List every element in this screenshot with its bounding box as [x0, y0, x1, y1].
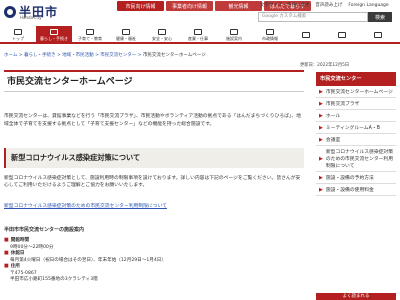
- popular-heading: よく読まれる: [316, 293, 396, 300]
- bullet-icon: ■: [4, 263, 9, 269]
- voice-link[interactable]: 音声読み上げ: [315, 2, 342, 8]
- nav-item[interactable]: [324, 26, 360, 44]
- arrow-icon: ▶: [319, 155, 323, 162]
- nav-icon: [302, 32, 310, 38]
- city-icon: [266, 28, 274, 35]
- breadcrumb-item[interactable]: 市民交流センター: [100, 53, 136, 58]
- sidebar-item[interactable]: ▶ ホール: [316, 110, 396, 122]
- nav-item[interactable]: トップ: [0, 26, 36, 44]
- home-icon: [14, 28, 22, 35]
- covid-body: 新型コロナウイルス感染症対策として、施設利用時の制限事項を設けております。詳しい…: [4, 176, 301, 188]
- arrow-icon: ▶: [319, 100, 323, 107]
- page-title: 市民交流センターホームページ: [4, 70, 304, 92]
- tab-tourism[interactable]: 観光情報: [215, 1, 262, 11]
- nav-item[interactable]: 子育て・教育: [72, 26, 108, 44]
- facility-icon: [230, 28, 238, 35]
- child-icon: [86, 28, 94, 35]
- search-button[interactable]: 検索: [368, 12, 392, 22]
- sidebar: 市民交流センター ▶ 市民交流センターホームページ ▶ 市民交流プラザ ▶ ホール ▶…: [316, 72, 396, 196]
- search-input[interactable]: Google カスタム検索: [258, 12, 368, 22]
- sidebar-item[interactable]: ▶ 施設・設備の使用料金: [316, 184, 396, 196]
- nav-item[interactable]: [288, 26, 324, 44]
- utility-links: 文字サイズ・色合い変更 音声読み上げ Foreign Language: [260, 2, 389, 9]
- nav-item[interactable]: [360, 26, 396, 44]
- logo-subtitle: Handa city: [20, 15, 42, 20]
- arrow-icon: ▶: [319, 174, 323, 181]
- sidebar-item[interactable]: ▶ ミーティングルームA・B: [316, 122, 396, 134]
- arrow-icon: ▶: [319, 136, 323, 143]
- sidebar-item[interactable]: ▶ 施設・設備の予約方法: [316, 172, 396, 184]
- sidebar-title[interactable]: 市民交流センター: [316, 72, 396, 86]
- breadcrumb-item[interactable]: 暮らし・手続き: [24, 53, 56, 58]
- bullet-icon: ■: [4, 250, 9, 256]
- covid-section-heading: 新型コロナウイルス感染症対策について: [4, 148, 304, 168]
- breadcrumb: ホーム > 暮らし・手続き > 地域・市民活動 > 市民交流センター > 市民交…: [4, 53, 206, 58]
- arrow-icon: ▶: [319, 124, 323, 131]
- facility-info: 半田市市民交流センターの施設案内 ■ 開館時間 9時00分～22時00分 ■ 休館日…: [4, 226, 304, 282]
- nav-item[interactable]: 施設案内: [216, 26, 252, 44]
- intro-text: 市民交流センターは、貸館事業などを行う「市民交流プラザ」、市民活動やボランティア…: [4, 114, 301, 127]
- facility-heading: 半田市市民交流センターの施設案内: [4, 227, 85, 233]
- house-icon: [50, 28, 58, 35]
- sidebar-item[interactable]: ▶ 市民交流センターホームページ: [316, 86, 396, 98]
- covid-restriction-link[interactable]: 新型コロナウイルス感染症対策のための市民交流センター利用制限について: [4, 202, 167, 209]
- info-label: 休館日: [10, 251, 25, 256]
- sidebar-item[interactable]: ▶ 新型コロナウイルス感染症対策のための市民交流センター利用制限について: [316, 146, 396, 172]
- info-label: 住所: [10, 264, 20, 269]
- tab-business[interactable]: 事業者向け情報: [166, 1, 213, 11]
- breadcrumb-current: 市民交流センターホームページ: [142, 53, 206, 58]
- arrow-icon: ▶: [319, 88, 323, 95]
- arrow-icon: ▶: [319, 186, 323, 193]
- text-size-link[interactable]: 文字サイズ・色合い変更: [260, 2, 309, 8]
- nav-item-living[interactable]: 暮らし・手続き: [36, 26, 72, 44]
- sidebar-item[interactable]: ▶ 会議室: [316, 134, 396, 146]
- nav-item[interactable]: 安全・安心: [144, 26, 180, 44]
- global-nav: トップ 暮らし・手続き 子育て・教育 健康・福祉 安全・安心 産業・仕事 施設案…: [0, 26, 400, 44]
- breadcrumb-item[interactable]: ホーム: [4, 53, 17, 58]
- updated-date: 更新日：2022年12月5日: [300, 63, 350, 68]
- nav-item[interactable]: 健康・福祉: [108, 26, 144, 44]
- shield-icon: [158, 28, 166, 35]
- nav-icon: [374, 32, 382, 38]
- sidebar-item[interactable]: ▶ 市民交流プラザ: [316, 98, 396, 110]
- nav-icon: [338, 32, 346, 38]
- nav-item[interactable]: 産業・仕事: [180, 26, 216, 44]
- bullet-icon: ■: [4, 237, 9, 243]
- nav-item[interactable]: 市政情報: [252, 26, 288, 44]
- info-label: 開館時間: [10, 238, 30, 243]
- info-value: 〒475-0867 半田市広小路町155番地の3クラシティ3階: [10, 271, 98, 282]
- city-emblem-icon: [4, 5, 16, 18]
- foreign-language-link[interactable]: Foreign Language: [348, 3, 388, 8]
- breadcrumb-item[interactable]: 地域・市民活動: [62, 53, 94, 58]
- tab-citizens[interactable]: 市民向け情報: [117, 1, 164, 11]
- building-icon: [194, 28, 202, 35]
- heart-icon: [122, 28, 130, 35]
- arrow-icon: ▶: [319, 112, 323, 119]
